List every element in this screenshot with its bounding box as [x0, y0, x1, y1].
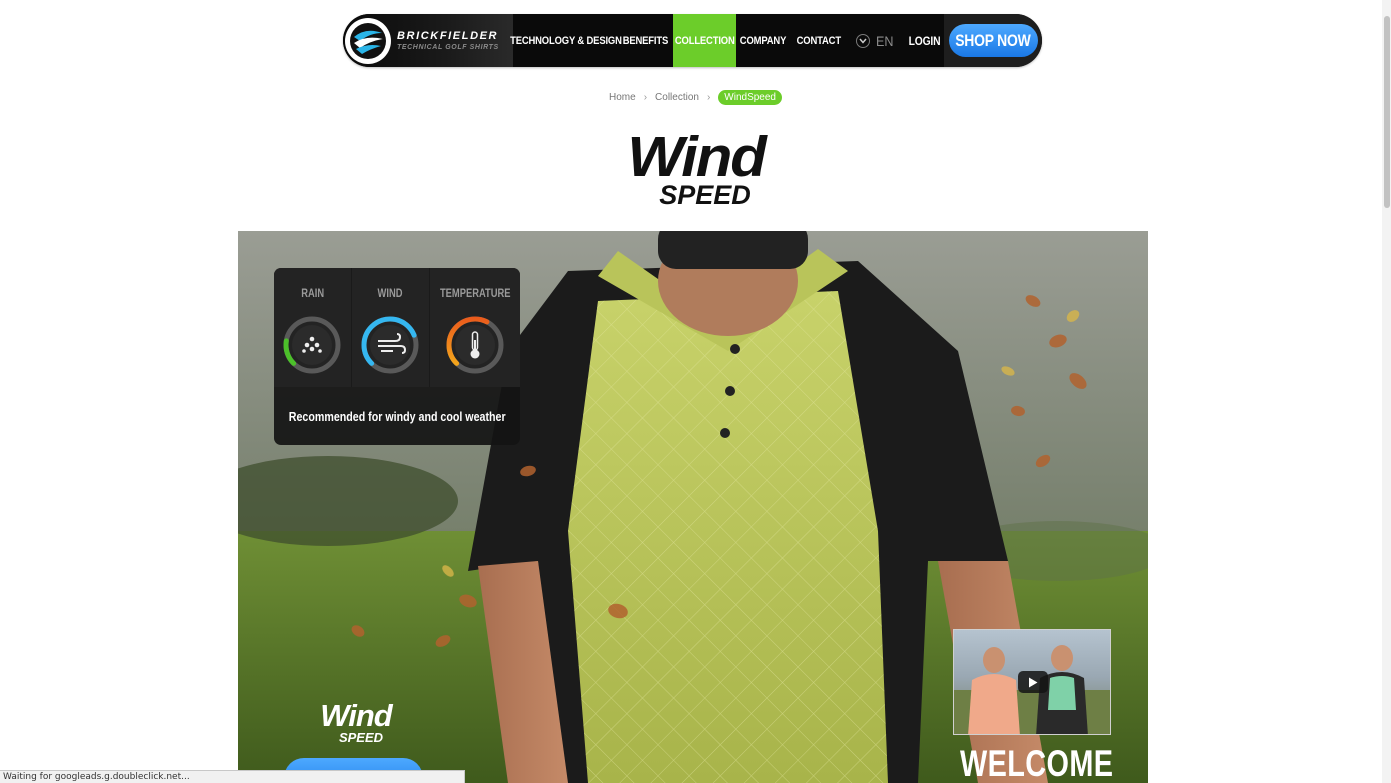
weather-recommendation: Recommended for windy and cool weather [274, 387, 520, 445]
video-welcome-caption: WELCOME [960, 743, 1114, 783]
nav-item-collection[interactable]: COLLECTION [673, 14, 736, 67]
title-line-wind: Wind [627, 125, 766, 189]
product-title-logo: Wind SPEED [610, 129, 782, 211]
nav-label: BENEFITS [622, 34, 669, 47]
breadcrumb-home[interactable]: Home [609, 92, 636, 103]
chevron-right-icon: › [706, 92, 711, 103]
login-link[interactable]: LOGIN [904, 14, 944, 67]
breadcrumb-current: WindSpeed [718, 90, 782, 105]
nav-item-company[interactable]: COMPANY [736, 14, 791, 67]
brand-name: BRICKFIELDER [397, 29, 499, 42]
brand-text: BRICKFIELDER TECHNICAL GOLF SHIRTS [397, 29, 499, 51]
shop-now-area: SHOP NOW [944, 14, 1042, 67]
hero-logo-wind: Wind [320, 698, 392, 733]
language-label: EN [875, 32, 894, 49]
language-selector[interactable]: EN [846, 14, 904, 67]
chevron-right-icon: › [643, 92, 648, 103]
chevron-down-icon [855, 33, 870, 48]
weather-temperature: TEMPERATURE [430, 268, 520, 387]
nav-label: COLLECTION [674, 34, 735, 47]
main-navigation: BRICKFIELDER TECHNICAL GOLF SHIRTS TECHN… [343, 14, 1042, 67]
shop-now-button[interactable]: SHOP NOW [948, 24, 1038, 57]
nav-item-benefits[interactable]: BENEFITS [618, 14, 673, 67]
brand-logo-icon [345, 17, 391, 64]
wind-icon [361, 316, 419, 374]
play-icon[interactable] [1018, 671, 1048, 693]
hero-product-logo: Wind SPEED [310, 698, 402, 744]
thermometer-icon [446, 316, 504, 374]
rain-drops-icon [283, 316, 341, 374]
nav-item-technology-design[interactable]: TECHNOLOGY & DESIGN [510, 14, 622, 67]
weather-gauges: RAIN WIND TEMPERATURE [274, 268, 520, 387]
nav-label: COMPANY [740, 34, 787, 47]
breadcrumb: Home › Collection › WindSpeed [0, 90, 1391, 105]
weather-caption-text: Recommended for windy and cool weather [288, 408, 506, 424]
nav-label: CONTACT [796, 34, 841, 47]
page-scrollbar[interactable] [1382, 0, 1391, 783]
hero-banner: RAIN WIND TEMPERATURE Recommended for wi… [238, 231, 1148, 783]
nav-item-contact[interactable]: CONTACT [791, 14, 846, 67]
weather-suitability-panel: RAIN WIND TEMPERATURE Recommended for wi… [274, 268, 520, 445]
scrollbar-thumb[interactable] [1384, 16, 1390, 208]
welcome-video-thumbnail[interactable] [953, 629, 1111, 735]
weather-rain: RAIN [274, 268, 352, 387]
weather-label-rain: RAIN [300, 286, 324, 300]
weather-label-temperature: TEMPERATURE [439, 286, 511, 300]
nav-label: TECHNOLOGY & DESIGN [509, 34, 622, 47]
weather-label-wind: WIND [377, 286, 403, 300]
breadcrumb-collection[interactable]: Collection [655, 92, 699, 103]
brand-tagline: TECHNICAL GOLF SHIRTS [397, 43, 499, 51]
login-label: LOGIN [908, 33, 940, 48]
weather-wind: WIND [352, 268, 430, 387]
brand[interactable]: BRICKFIELDER TECHNICAL GOLF SHIRTS [343, 14, 513, 67]
shop-now-label: SHOP NOW [955, 30, 1031, 50]
browser-status-bar: Waiting for googleads.g.doubleclick.net.… [0, 770, 465, 783]
